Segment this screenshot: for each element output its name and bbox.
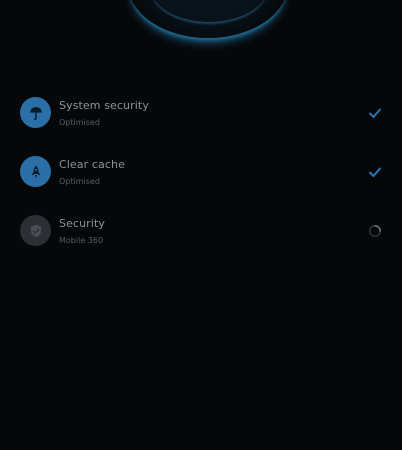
check-item-title: Security <box>59 217 105 230</box>
check-item-title: System security <box>59 99 149 112</box>
shield-icon <box>20 215 51 246</box>
checkmark-icon <box>367 106 383 120</box>
checkmark-icon <box>367 165 383 179</box>
check-list: System security Optimised Clear cache Op… <box>0 84 402 261</box>
check-item-subtitle: Mobile 360 <box>59 236 104 245</box>
rocket-icon <box>20 156 51 187</box>
check-item-clear-cache: Clear cache Optimised <box>0 143 402 202</box>
check-item-subtitle: Optimised <box>59 177 100 186</box>
loading-spinner-icon <box>367 224 383 238</box>
check-item-system-security: System security Optimised <box>0 84 402 143</box>
check-item-title: Clear cache <box>59 158 125 171</box>
check-item-subtitle: Optimised <box>59 118 100 127</box>
check-item-security: Security Mobile 360 <box>0 202 402 261</box>
umbrella-icon <box>20 97 51 128</box>
